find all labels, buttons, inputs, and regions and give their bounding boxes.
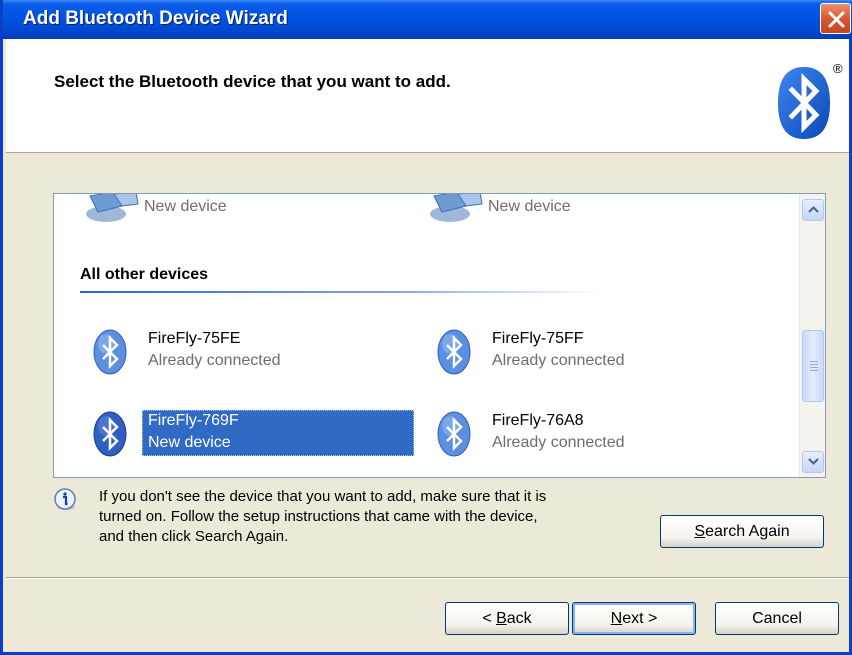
bluetooth-device-icon: [437, 411, 471, 457]
info-line: and then click Search Again.: [99, 528, 289, 545]
button-label-prefix: <: [482, 610, 497, 627]
list-item[interactable]: New device: [84, 194, 384, 244]
chevron-up-icon: [808, 206, 819, 213]
bluetooth-device-icon: [437, 329, 471, 375]
wizard-window: Add Bluetooth Device Wizard Select the B…: [0, 0, 852, 655]
window-title: Add Bluetooth Device Wizard: [23, 8, 288, 29]
close-icon: [828, 11, 845, 28]
bluetooth-device-icon: [93, 411, 127, 457]
title-bar[interactable]: Add Bluetooth Device Wizard: [3, 0, 852, 39]
bluetooth-logo-icon: [778, 67, 830, 139]
device-item-firefly-75ff[interactable]: FireFly-75FF Already connected: [436, 328, 736, 378]
vertical-scrollbar[interactable]: [799, 194, 825, 477]
scroll-down-button[interactable]: [802, 451, 824, 473]
device-status-text: New device: [144, 198, 227, 215]
list-item[interactable]: New device: [428, 194, 728, 244]
next-button[interactable]: Next >: [572, 602, 696, 635]
device-status-text: New device: [488, 198, 571, 215]
info-icon: [54, 488, 76, 510]
device-name: FireFly-769F: [148, 412, 239, 429]
footer-divider: [6, 577, 849, 579]
accelerator-key: N: [610, 610, 623, 627]
button-label: ext >: [622, 610, 658, 627]
info-message: If you don't see the device that you wan…: [99, 487, 659, 547]
device-name: FireFly-75FE: [148, 330, 241, 347]
page-title: Select the Bluetooth device that you wan…: [54, 72, 451, 91]
button-label: earch Again: [705, 523, 790, 540]
device-status: Already connected: [492, 434, 625, 451]
group-divider: [80, 291, 600, 293]
registered-trademark: ®: [833, 61, 843, 76]
device-status: Already connected: [148, 352, 281, 369]
button-label: ack: [506, 610, 532, 627]
close-button[interactable]: [820, 3, 851, 34]
search-again-button[interactable]: Search Again: [660, 515, 824, 548]
grip-line: [810, 370, 818, 371]
grip-line: [810, 361, 818, 362]
scroll-thumb[interactable]: [802, 330, 824, 402]
grip-line: [810, 364, 818, 365]
device-name: FireFly-75FF: [492, 330, 584, 347]
group-header: All other devices: [80, 266, 209, 283]
device-item-firefly-75fe[interactable]: FireFly-75FE Already connected: [92, 328, 392, 378]
device-list[interactable]: New device New device All other devices …: [53, 193, 826, 478]
wizard-header: Select the Bluetooth device that you wan…: [6, 39, 849, 153]
device-status: New device: [148, 434, 231, 451]
device-item-firefly-76a8[interactable]: FireFly-76A8 Already connected: [436, 410, 736, 460]
scroll-up-button[interactable]: [802, 199, 824, 221]
grip-line: [810, 367, 818, 368]
device-item-firefly-769f[interactable]: FireFly-769F New device: [92, 410, 422, 460]
computer-device-icon: [86, 194, 139, 222]
back-button[interactable]: < Back: [445, 602, 569, 635]
info-line: turned on. Follow the setup instructions…: [99, 508, 538, 525]
info-line: If you don't see the device that you wan…: [99, 488, 547, 505]
computer-device-icon: [430, 194, 483, 222]
device-status: Already connected: [492, 352, 625, 369]
chevron-down-icon: [808, 458, 819, 465]
bluetooth-device-icon: [93, 329, 127, 375]
accelerator-key: B: [496, 610, 507, 627]
device-name: FireFly-76A8: [492, 412, 584, 429]
accelerator-key: S: [694, 523, 706, 540]
cancel-button[interactable]: Cancel: [715, 602, 839, 635]
